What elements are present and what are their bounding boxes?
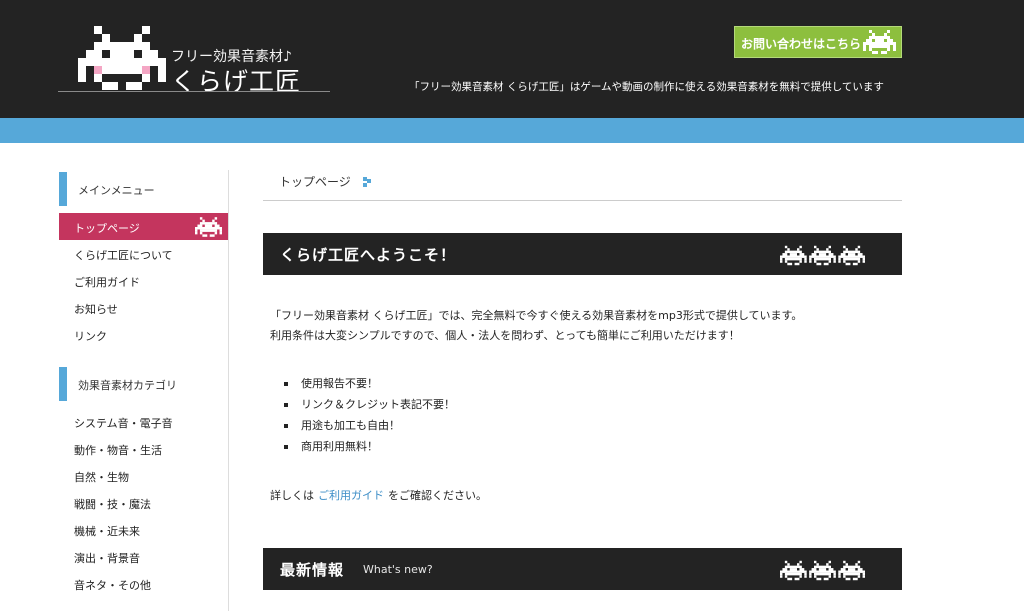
feature-text: 使用報告不要！ <box>301 377 378 390</box>
list-item: 商用利用無料！ <box>284 436 455 457</box>
news-heading: 最新情報 What's new? <box>263 548 902 590</box>
invaders-decoration-icon <box>780 560 865 581</box>
welcome-heading: くらげ工匠へようこそ！ <box>263 233 902 275</box>
category-item-system[interactable]: システム音・電子音 <box>59 408 228 435</box>
invader-logo-icon <box>78 26 166 90</box>
welcome-intro: 「フリー効果音素材 くらげ工匠」では、完全無料で今すぐ使える効果音素材をmp3形… <box>270 306 802 346</box>
category-heading-label: 効果音素材カテゴリ <box>78 379 177 392</box>
contact-button[interactable]: お問い合わせはこちら <box>734 26 902 58</box>
sidebar-item-label: トップページ <box>74 222 140 235</box>
guide-link[interactable]: ご利用ガイド <box>318 489 384 502</box>
category-item-label: 音ネタ・その他 <box>74 579 151 592</box>
contact-button-label: お問い合わせはこちら <box>741 37 862 51</box>
category-item-action[interactable]: 動作・物音・生活 <box>59 435 228 462</box>
category-item-ambient[interactable]: 演出・背景音 <box>59 543 228 570</box>
category-item-label: 戦闘・技・魔法 <box>74 498 151 511</box>
invaders-decoration-icon <box>780 245 865 266</box>
sidebar-item-label: ご利用ガイド <box>74 276 140 289</box>
news-subtitle: What's new? <box>363 563 433 576</box>
invader-icon <box>863 30 896 54</box>
details-text: 詳しくは ご利用ガイド をご確認ください。 <box>270 487 487 503</box>
category-item-label: 機械・近未来 <box>74 525 140 538</box>
breadcrumb: トップページ <box>279 175 351 189</box>
category-heading: 効果音素材カテゴリ <box>59 367 228 401</box>
heading-accent-bar <box>59 172 67 206</box>
bullet-icon <box>284 424 288 428</box>
sidebar-item-links[interactable]: リンク <box>59 321 228 348</box>
details-suffix: をご確認ください。 <box>388 489 487 502</box>
category-item-other[interactable]: 音ネタ・その他 <box>59 570 228 597</box>
details-prefix: 詳しくは <box>270 489 314 502</box>
header-band <box>0 118 1024 143</box>
intro-line: 利用条件は大変シンプルですので、個人・法人を問わず、とっても簡単にご利用いただけ… <box>270 329 740 342</box>
bullet-icon <box>284 382 288 386</box>
sidebar-item-news[interactable]: お知らせ <box>59 294 228 321</box>
invader-icon <box>195 217 222 237</box>
main-menu-heading: メインメニュー <box>59 172 228 206</box>
breadcrumb-divider <box>263 200 902 201</box>
sidebar: メインメニュー トップページ くらげ工匠について ご利用ガイド お知らせ リンク… <box>59 172 228 597</box>
sidebar-item-top-page[interactable]: トップページ <box>59 213 228 240</box>
bullet-icon <box>284 445 288 449</box>
feature-list: 使用報告不要！ リンク＆クレジット表記不要！ 用途も加工も自由！ 商用利用無料！ <box>284 373 455 457</box>
logo-title: くらげ工匠 <box>171 67 302 96</box>
sidebar-item-label: リンク <box>74 330 107 343</box>
category-item-label: 自然・生物 <box>74 471 129 484</box>
feature-text: 用途も加工も自由！ <box>301 419 400 432</box>
list-item: 使用報告不要！ <box>284 373 455 394</box>
main-menu-heading-label: メインメニュー <box>78 184 155 197</box>
sidebar-divider <box>228 170 229 611</box>
site-logo[interactable]: フリー効果音素材♪ くらげ工匠 <box>58 26 330 96</box>
feature-text: 商用利用無料！ <box>301 440 378 453</box>
welcome-title: くらげ工匠へようこそ！ <box>280 246 457 264</box>
intro-line: 「フリー効果音素材 くらげ工匠」では、完全無料で今すぐ使える効果音素材をmp3形… <box>270 309 803 322</box>
category-item-battle[interactable]: 戦闘・技・魔法 <box>59 489 228 516</box>
list-item: リンク＆クレジット表記不要！ <box>284 394 455 415</box>
category-item-label: システム音・電子音 <box>74 417 173 430</box>
sidebar-item-label: お知らせ <box>74 303 118 316</box>
site-tagline: 「フリー効果音素材 くらげ工匠」はゲームや動画の制作に使える効果音素材を無料で提… <box>409 81 884 93</box>
list-item: 用途も加工も自由！ <box>284 415 455 436</box>
category-item-nature[interactable]: 自然・生物 <box>59 462 228 489</box>
pixel-arrow-icon <box>363 177 371 187</box>
sidebar-item-label: くらげ工匠について <box>74 249 173 262</box>
category-item-label: 動作・物音・生活 <box>74 444 162 457</box>
bullet-icon <box>284 403 288 407</box>
feature-text: リンク＆クレジット表記不要！ <box>301 398 455 411</box>
heading-accent-bar <box>59 367 67 401</box>
category-item-machine[interactable]: 機械・近未来 <box>59 516 228 543</box>
category-item-label: 演出・背景音 <box>74 552 140 565</box>
sidebar-item-about[interactable]: くらげ工匠について <box>59 240 228 267</box>
sidebar-item-guide[interactable]: ご利用ガイド <box>59 267 228 294</box>
logo-underline <box>58 91 330 92</box>
news-title: 最新情報 <box>280 561 345 579</box>
